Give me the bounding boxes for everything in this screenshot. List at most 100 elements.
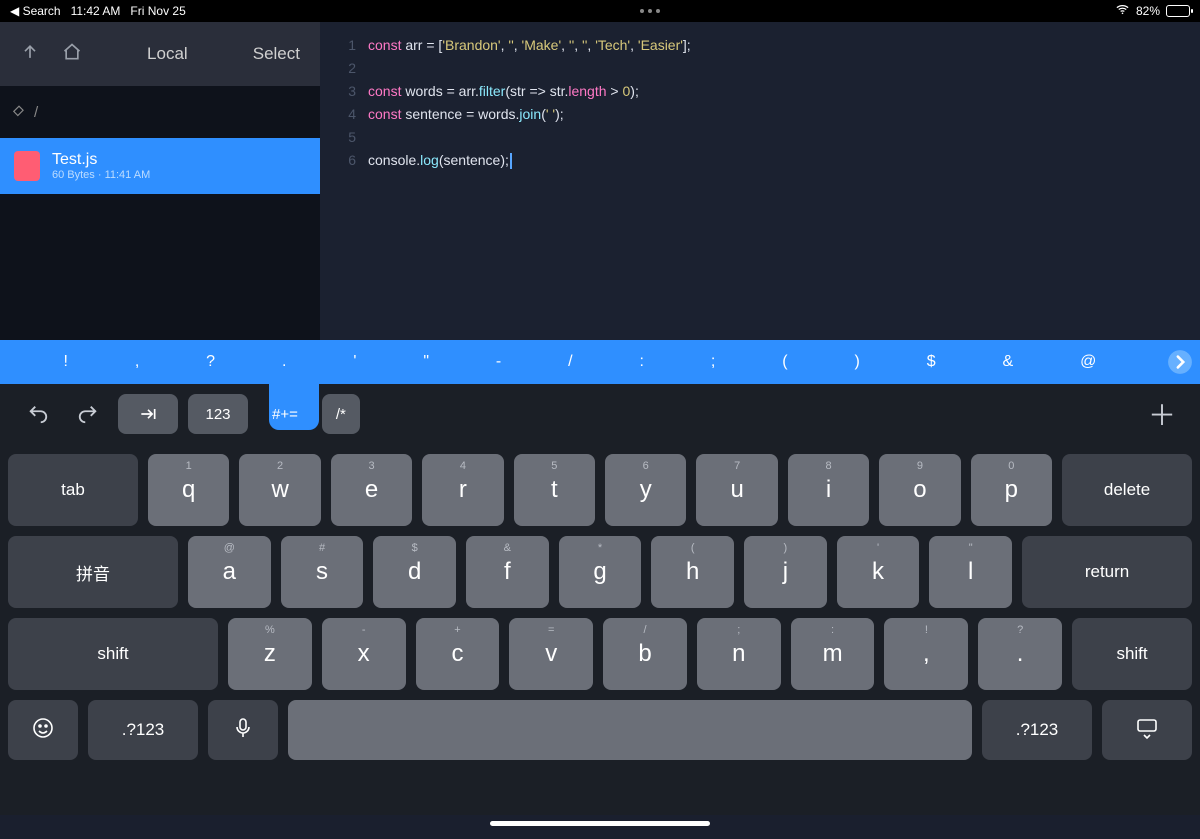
line-number: 1 — [320, 34, 368, 57]
letter-key[interactable]: 3e — [331, 454, 412, 526]
code-line[interactable]: 4const sentence = words.join(' '); — [320, 103, 1200, 126]
battery-icon — [1166, 5, 1190, 17]
symbol-key[interactable]: " — [415, 349, 437, 375]
line-number: 5 — [320, 126, 368, 149]
code-editor[interactable]: 1const arr = ['Brandon', '', 'Make', '',… — [320, 22, 1200, 340]
letter-key[interactable]: *g — [559, 536, 642, 608]
letter-key[interactable]: +c — [416, 618, 500, 690]
file-name: Test.js — [52, 151, 150, 169]
more-symbols-button[interactable] — [1160, 342, 1200, 382]
symbol-key[interactable]: ) — [846, 349, 867, 375]
letter-key[interactable]: @a — [188, 536, 271, 608]
letter-key[interactable]: -x — [322, 618, 406, 690]
back-to-search[interactable]: ◀ Search — [10, 4, 61, 18]
letter-key[interactable]: 'k — [837, 536, 920, 608]
line-number: 6 — [320, 149, 368, 172]
symbol-key[interactable]: ' — [345, 349, 364, 375]
code-line[interactable]: 2 — [320, 57, 1200, 80]
symbol-key[interactable]: ; — [703, 349, 723, 375]
js-file-icon — [14, 151, 40, 181]
home-icon[interactable] — [62, 42, 82, 67]
onscreen-keyboard: tab1q2w3e4r5t6y7u8i9o0pdelete 拼音@a#s$d&f… — [0, 444, 1200, 815]
shift-key[interactable]: shift — [1072, 618, 1192, 690]
symbol-shortcut-bar: !,?. ' " - /:; () $ & @ — [0, 340, 1200, 384]
line-number: 4 — [320, 103, 368, 126]
symbol-key[interactable]: - — [488, 349, 509, 375]
space-key[interactable] — [288, 700, 972, 760]
up-icon[interactable] — [20, 42, 40, 67]
code-line[interactable]: 6console.log(sentence); — [320, 149, 1200, 172]
file-row[interactable]: Test.js 60 Bytes · 11:41 AM — [0, 138, 320, 194]
mic-key[interactable] — [208, 700, 278, 760]
letter-key[interactable]: 2w — [239, 454, 320, 526]
tab-key[interactable]: tab — [8, 454, 138, 526]
letter-key[interactable]: 7u — [696, 454, 777, 526]
letter-key[interactable]: 0p — [971, 454, 1052, 526]
numeric-key[interactable]: .?123 — [88, 700, 198, 760]
status-bar: ◀ Search 11:42 AM Fri Nov 25 82% — [0, 0, 1200, 22]
symbol-key[interactable]: / — [560, 349, 580, 375]
wifi-icon — [1115, 2, 1130, 20]
hide-keyboard-key[interactable] — [1102, 700, 1192, 760]
symbol-pad-button[interactable]: #+= — [258, 394, 312, 434]
symbol-key[interactable]: ! — [55, 349, 75, 375]
punct-key[interactable]: ?. — [978, 618, 1062, 690]
redo-button[interactable] — [68, 394, 108, 434]
comment-button[interactable]: /* — [322, 394, 360, 434]
code-line[interactable]: 5 — [320, 126, 1200, 149]
emoji-key[interactable] — [8, 700, 78, 760]
letter-key[interactable]: %z — [228, 618, 312, 690]
home-indicator-area — [0, 815, 1200, 839]
letter-key[interactable]: 4r — [422, 454, 503, 526]
letter-key[interactable]: #s — [281, 536, 364, 608]
letter-key[interactable]: &f — [466, 536, 549, 608]
home-indicator[interactable] — [490, 821, 710, 826]
tag-icon — [12, 105, 26, 119]
path-bar[interactable]: / — [0, 86, 320, 138]
letter-key[interactable]: "l — [929, 536, 1012, 608]
tab-key-button[interactable] — [118, 394, 178, 434]
file-sidebar: Local Select / Test.js 60 Bytes · 11:41 … — [0, 22, 320, 340]
line-number: 2 — [320, 57, 368, 80]
symbol-key[interactable]: : — [632, 349, 652, 375]
letter-key[interactable]: 9o — [879, 454, 960, 526]
select-button[interactable]: Select — [253, 44, 300, 64]
symbol-key[interactable]: & — [995, 349, 1022, 375]
line-number: 3 — [320, 80, 368, 103]
symbol-key[interactable]: @ — [1072, 349, 1104, 375]
symbol-key[interactable]: . — [274, 349, 294, 375]
letter-key[interactable]: 6y — [605, 454, 686, 526]
letter-key[interactable]: (h — [651, 536, 734, 608]
ime-key[interactable]: 拼音 — [8, 536, 178, 608]
letter-key[interactable]: 8i — [788, 454, 869, 526]
letter-key[interactable]: $d — [373, 536, 456, 608]
battery-percent: 82% — [1136, 4, 1160, 18]
symbol-key[interactable]: , — [127, 349, 147, 375]
status-date: Fri Nov 25 — [130, 4, 185, 18]
sidebar-toolbar: Local Select — [0, 22, 320, 86]
shift-key[interactable]: shift — [8, 618, 218, 690]
return-key[interactable]: return — [1022, 536, 1192, 608]
code-line[interactable]: 3const words = arr.filter(str => str.len… — [320, 80, 1200, 103]
location-label[interactable]: Local — [147, 44, 188, 64]
letter-key[interactable]: ;n — [697, 618, 781, 690]
letter-key[interactable]: =v — [509, 618, 593, 690]
symbol-key[interactable]: ? — [198, 349, 223, 375]
symbol-key[interactable]: ( — [774, 349, 795, 375]
letter-key[interactable]: 5t — [514, 454, 595, 526]
letter-key[interactable]: /b — [603, 618, 687, 690]
code-line[interactable]: 1const arr = ['Brandon', '', 'Make', '',… — [320, 34, 1200, 57]
undo-button[interactable] — [18, 394, 58, 434]
multitask-dots[interactable] — [186, 9, 1115, 13]
letter-key[interactable]: 1q — [148, 454, 229, 526]
letter-key[interactable]: )j — [744, 536, 827, 608]
punct-key[interactable]: !, — [884, 618, 968, 690]
file-meta: 60 Bytes · 11:41 AM — [52, 169, 150, 181]
status-time: 11:42 AM — [71, 4, 121, 18]
symbol-key[interactable]: $ — [919, 349, 944, 375]
number-pad-button[interactable]: 123 — [188, 394, 248, 434]
delete-key[interactable]: delete — [1062, 454, 1192, 526]
numeric-key[interactable]: .?123 — [982, 700, 1092, 760]
letter-key[interactable]: :m — [791, 618, 875, 690]
add-button[interactable]: ＋ — [1142, 394, 1182, 434]
